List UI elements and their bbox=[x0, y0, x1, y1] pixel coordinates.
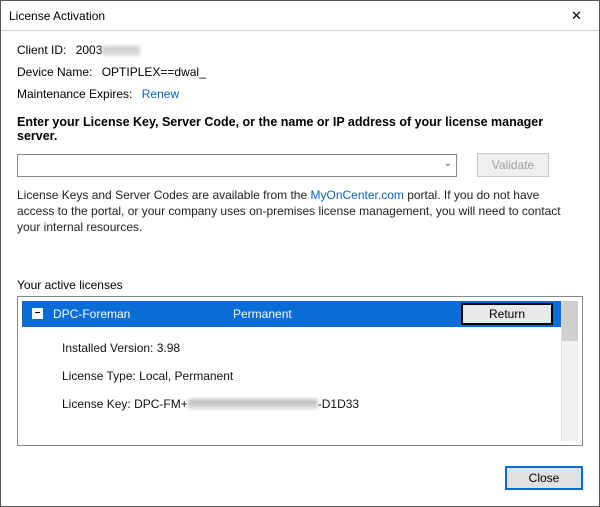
license-key-input[interactable]: ⌄ bbox=[17, 154, 457, 177]
device-name-label: Device Name: bbox=[17, 65, 92, 79]
client-id-value: 2003 bbox=[76, 43, 141, 57]
key-input-row: ⌄ Validate bbox=[17, 153, 583, 177]
instruction-text: Enter your License Key, Server Code, or … bbox=[17, 115, 583, 143]
return-button[interactable]: Return bbox=[461, 303, 553, 325]
footer: Close bbox=[1, 454, 599, 490]
license-type-row: License Type: Local, Permanent bbox=[62, 369, 558, 383]
myoncenter-link[interactable]: MyOnCenter.com bbox=[311, 188, 404, 202]
license-key-row: License Key: DPC-FM+-D1D33 bbox=[62, 397, 558, 411]
license-status: Permanent bbox=[233, 307, 461, 321]
collapse-icon[interactable]: − bbox=[32, 308, 43, 319]
content-area: Client ID: 2003 Device Name: OPTIPLEX==d… bbox=[1, 31, 599, 454]
close-icon: ✕ bbox=[571, 8, 582, 24]
installed-version-row: Installed Version: 3.98 bbox=[62, 341, 558, 355]
window-close-button[interactable]: ✕ bbox=[554, 1, 599, 30]
client-id-row: Client ID: 2003 bbox=[17, 43, 583, 57]
renew-link[interactable]: Renew bbox=[142, 87, 179, 101]
device-name-value: OPTIPLEX==dwal_ bbox=[102, 65, 206, 79]
window-title: License Activation bbox=[9, 9, 105, 23]
active-licenses-box: − DPC-Foreman Permanent Return Installed… bbox=[17, 296, 583, 446]
maintenance-row: Maintenance Expires: Renew bbox=[17, 87, 583, 101]
license-key-redacted bbox=[188, 399, 318, 409]
device-name-row: Device Name: OPTIPLEX==dwal_ bbox=[17, 65, 583, 79]
chevron-down-icon: ⌄ bbox=[444, 158, 452, 169]
active-licenses-label: Your active licenses bbox=[17, 278, 583, 292]
client-id-redacted bbox=[102, 46, 140, 56]
validate-button[interactable]: Validate bbox=[477, 153, 549, 177]
titlebar: License Activation ✕ bbox=[1, 1, 599, 31]
help-text: License Keys and Server Codes are availa… bbox=[17, 187, 577, 236]
close-button[interactable]: Close bbox=[505, 466, 583, 490]
maintenance-label: Maintenance Expires: bbox=[17, 87, 132, 101]
client-id-label: Client ID: bbox=[17, 43, 66, 57]
license-row-selected[interactable]: − DPC-Foreman Permanent Return bbox=[22, 301, 561, 327]
scrollbar[interactable] bbox=[561, 301, 578, 441]
scrollbar-thumb[interactable] bbox=[562, 301, 578, 341]
license-name: DPC-Foreman bbox=[53, 307, 233, 321]
